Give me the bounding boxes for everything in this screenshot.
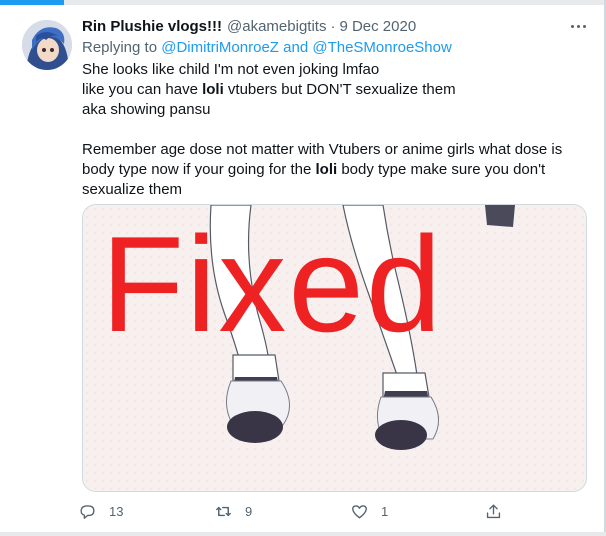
reply-prefix: Replying to [82, 39, 158, 56]
highlighted-keyword: loli [202, 81, 224, 98]
tweet-header: Rin Plushie vlogs!!! @akamebigtits · 9 D… [82, 16, 586, 36]
replying-to: Replying to @DimitriMonroeZ and @TheSMon… [82, 37, 586, 59]
tweet-line: sexualize them [82, 181, 183, 198]
text-segment: like you can have [82, 81, 203, 98]
user-handle[interactable]: @akamebigtits [227, 18, 326, 35]
separator-dot: · [330, 17, 336, 35]
like-count: 1 [381, 503, 389, 519]
mention-link-2[interactable]: @TheSMonroeShow [312, 39, 451, 56]
like-button[interactable]: 1 [350, 500, 388, 522]
retweet-icon [216, 506, 231, 516]
heart-icon [352, 504, 367, 519]
timeline-top-border [0, 0, 606, 5]
tweet-line: like you can have loli vtubers but DON'T… [82, 80, 586, 100]
timeline-bottom-border [0, 532, 606, 536]
highlighted-keyword: loli [315, 161, 338, 178]
mention-link-1[interactable]: @DimitriMonroeZ [161, 39, 279, 56]
more-dots-icon[interactable] [566, 16, 590, 36]
share-icon [486, 503, 501, 518]
tweet-line: Remember age dose not matter with Vtuber… [82, 141, 563, 158]
tweet-actions: 13 9 1 [78, 500, 598, 522]
text-segment: vtubers but DON'T sexualize them [223, 81, 456, 98]
reply-and[interactable]: and [283, 39, 308, 56]
avatar[interactable] [22, 20, 72, 70]
tweet-line: She looks like child I'm not even joking… [82, 61, 380, 78]
retweet-count: 9 [245, 503, 253, 519]
display-name[interactable]: Rin Plushie vlogs!!! [82, 18, 222, 35]
retweet-button[interactable]: 9 [214, 500, 252, 522]
reply-button[interactable]: 13 [78, 500, 123, 522]
reply-bubble-icon [80, 504, 95, 519]
timeline-accent-bar [0, 0, 64, 5]
text-segment: body type now if your going for the [82, 161, 316, 178]
tweet-line: body type now if your going for the loli… [82, 160, 586, 180]
share-button[interactable] [484, 500, 503, 522]
tweet-body: Rin Plushie vlogs!!! @akamebigtits · 9 D… [82, 16, 586, 200]
text-segment: body type make sure you don't [337, 161, 546, 178]
reply-count: 13 [109, 503, 124, 519]
tweet-text: She looks like child I'm not even joking… [82, 60, 586, 200]
media-overlay-text: Fixed [101, 208, 444, 360]
tweet-line: aka showing pansu [82, 101, 211, 118]
tweet-media-image[interactable]: Fixed [82, 204, 587, 492]
tweet-date[interactable]: 9 Dec 2020 [339, 18, 416, 35]
